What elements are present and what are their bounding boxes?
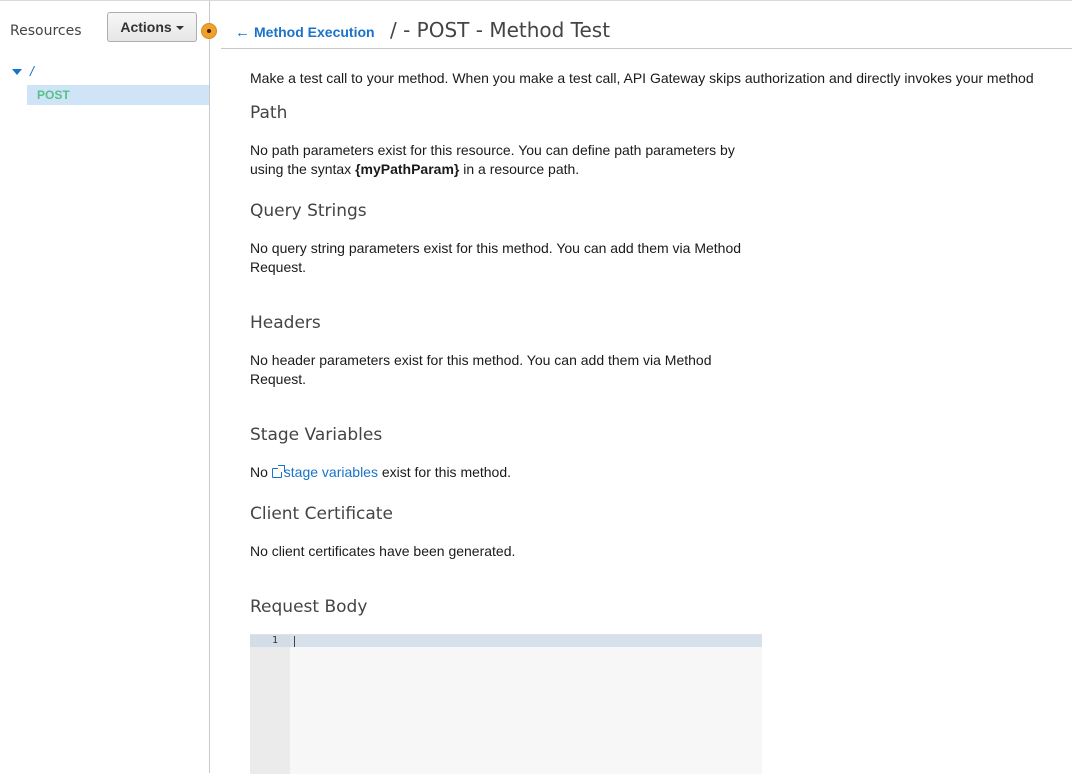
path-heading: Path [250,103,288,123]
actions-button[interactable]: Actions [107,12,197,42]
headers-description: No header parameters exist for this meth… [250,352,712,387]
stage-text-after: exist for this method. [377,464,512,480]
page-title: / - POST - Method Test [390,18,611,42]
client-certificate-description: No client certificates have been generat… [250,543,516,559]
editor-gutter [250,635,290,774]
stage-variables-description: No stage variables exist for this method… [250,463,750,482]
stage-variables-heading: Stage Variables [250,425,383,445]
method-execution-back-link[interactable]: ← Method Execution [235,24,375,40]
panel-resize-handle[interactable] [202,24,216,38]
resources-sidebar: Resources Actions / POST [0,1,210,773]
stage-variables-link-label: stage variables [283,464,378,480]
text-cursor [294,636,295,647]
client-certificate-heading: Client Certificate [250,504,393,524]
path-syntax: {myPathParam} [355,161,460,177]
actions-button-label: Actions [120,19,172,35]
arrow-left-icon: ← [235,23,250,41]
request-body-editor[interactable]: 1 [250,634,762,774]
tree-root-resource[interactable]: / [30,63,34,79]
stage-variables-link[interactable]: stage variables [271,464,378,480]
expand-toggle-icon[interactable] [12,69,22,75]
header-divider [221,48,1072,49]
resources-label: Resources [10,23,82,39]
query-strings-heading: Query Strings [250,201,367,221]
stage-text-before: No [250,464,272,480]
caret-down-icon [175,26,184,30]
headers-heading: Headers [250,313,321,333]
back-link-label: Method Execution [254,24,375,40]
tree-post-method[interactable]: POST [27,85,209,105]
external-link-icon [271,465,285,478]
path-description: No path parameters exist for this resour… [250,141,750,179]
query-strings-description: No query string parameters exist for thi… [250,240,742,275]
intro-text: Make a test call to your method. When yo… [250,70,1034,86]
line-number: 1 [271,635,278,646]
request-body-heading: Request Body [250,597,368,617]
path-text-after: in a resource path. [459,161,580,177]
editor-active-line [250,635,762,647]
